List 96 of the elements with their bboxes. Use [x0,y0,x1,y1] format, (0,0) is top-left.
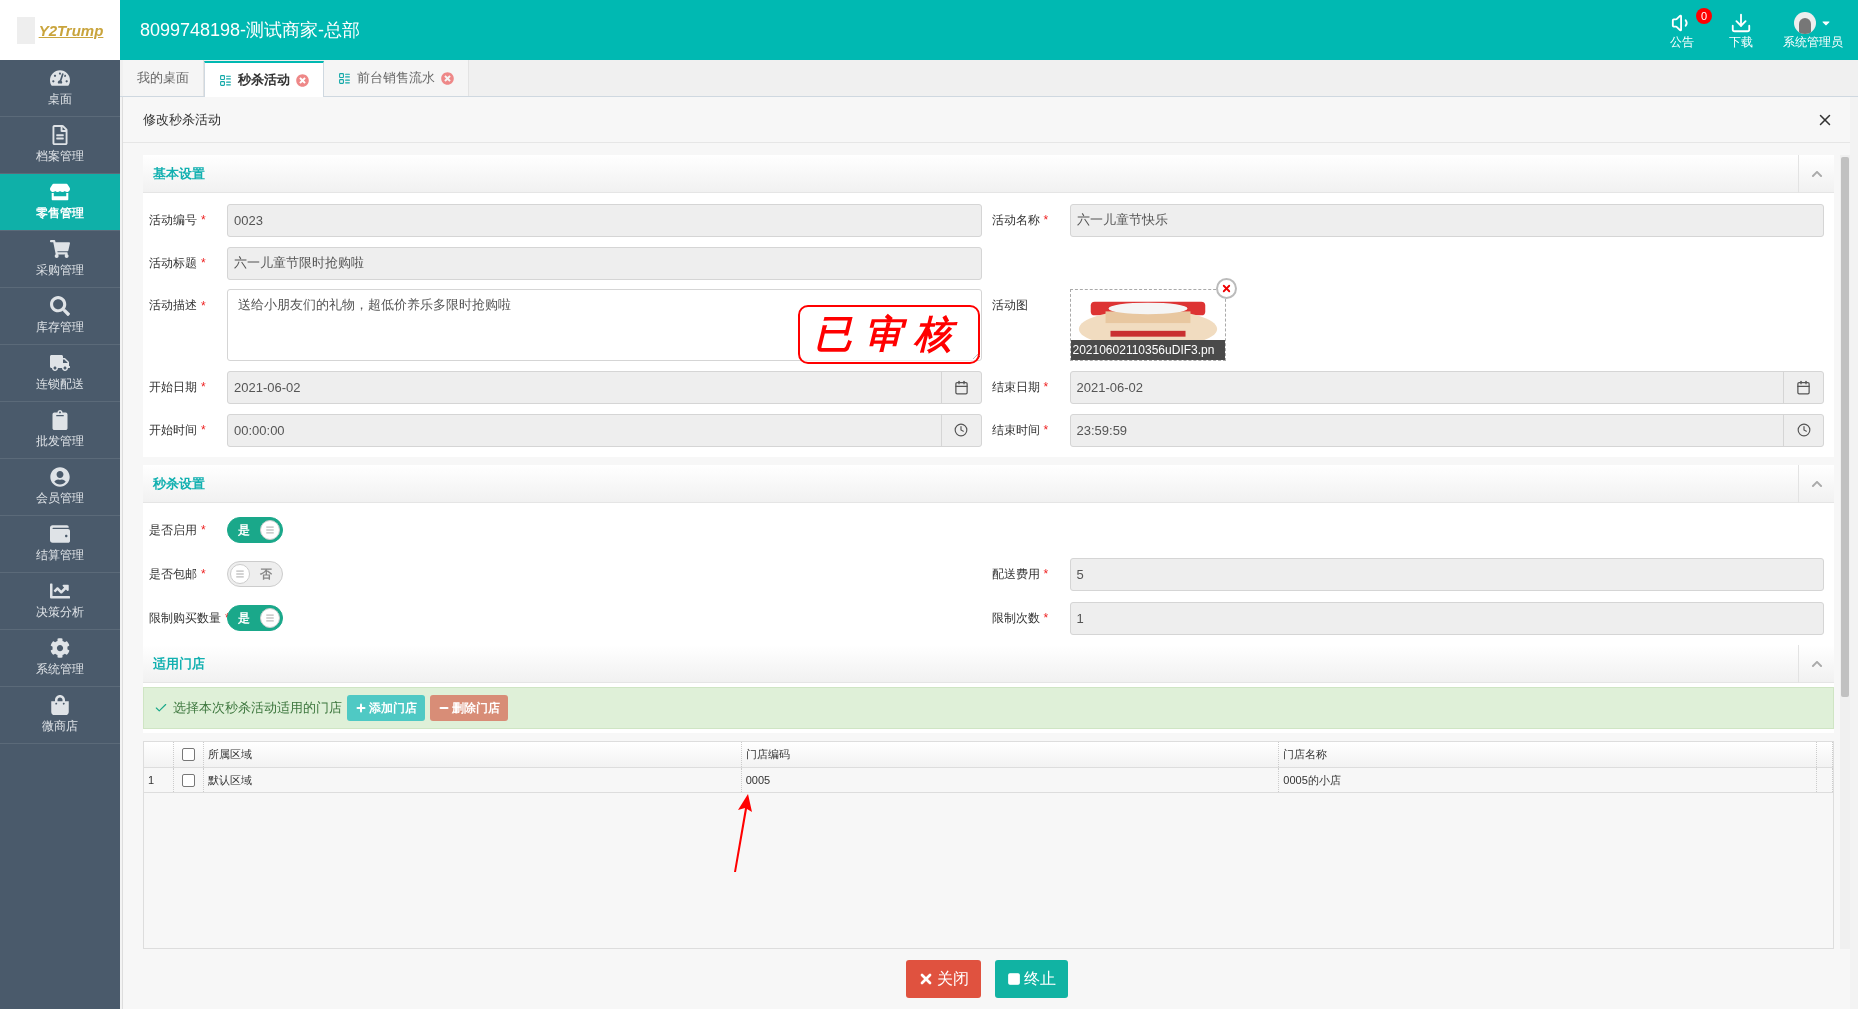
plus-icon [355,702,367,714]
sidebar-item[interactable]: 连锁配送 [0,345,120,402]
column-header: 门店编码 [741,742,1280,767]
input-field[interactable]: 0023 [227,203,982,237]
file-name: 20210602110356uDIF3.pn [1070,340,1225,360]
required-mark: * [201,380,206,394]
check-icon [154,701,168,715]
required-mark: * [1043,213,1049,227]
section-header: 秒杀设置 [143,465,1834,503]
user-icon [50,467,70,487]
dialog-title: 修改秒杀活动 [143,110,221,129]
field-label: 是否启用 [149,521,197,539]
lines-icon [265,525,275,535]
table-cell: 0005 [741,768,1280,792]
tab[interactable]: 我的桌面 [123,60,204,96]
sidebar-item[interactable]: 批发管理 [0,402,120,459]
field-label: 开始日期 [149,378,197,396]
field-label: 活动名称 [991,211,1040,229]
document-icon [50,125,70,145]
field-label: 活动标题 [149,254,197,272]
sidebar-item[interactable]: 结算管理 [0,516,120,573]
logo: Y2Trump [0,0,120,60]
notification-badge: 0 [1696,7,1712,24]
input-field[interactable]: 5 [1069,557,1824,591]
scrollbar[interactable] [1840,155,1850,949]
field-label: 活动编号 [149,211,197,229]
required-mark: * [1043,611,1049,625]
required-mark: * [1043,423,1049,437]
sidebar-item[interactable]: 采购管理 [0,231,120,288]
sidebar-item[interactable]: 库存管理 [0,288,120,345]
settings-icon [50,638,70,658]
input-field[interactable]: 六一儿童节快乐 [1069,203,1824,237]
remove-button[interactable] [1215,278,1237,299]
field-label: 活动图 [991,297,1028,314]
clock-icon[interactable] [954,423,968,437]
field-label: 限制次数 [991,609,1040,627]
sidebar-item[interactable]: 桌面 [0,60,120,117]
toggle-switch[interactable]: 是 [227,517,283,543]
close-button[interactable]: 关闭 [905,960,981,998]
column-header: 所属区域 [204,742,742,767]
store-icon [50,182,70,202]
square-icon [1006,972,1021,986]
field-label: 配送费用 [991,565,1040,583]
table-cell: 0005的小店 [1279,768,1817,792]
required-mark: * [1043,567,1049,581]
field-label: 活动描述 [149,297,197,314]
list-icon [338,71,351,85]
sidebar-item[interactable]: 会员管理 [0,459,120,516]
section-header: 基本设置 [143,155,1834,193]
hint-text: 选择本次秒杀活动适用的门店 [173,699,342,717]
list-icon [219,73,232,87]
clock-icon[interactable] [1796,423,1811,437]
avatar-icon [1794,11,1816,34]
column-header: 门店名称 [1279,742,1817,767]
lines-icon [265,613,275,623]
required-mark: * [201,567,206,581]
field-label: 限制购买数量 [149,609,221,627]
sidebar-item[interactable]: 决策分析 [0,573,120,630]
field-label: 结束日期 [991,378,1040,396]
search-icon [50,296,70,316]
tab[interactable]: 秒杀活动 [204,61,324,97]
field-label: 结束时间 [991,421,1040,439]
checkbox[interactable] [182,773,195,787]
tab[interactable]: 前台销售流水 [324,60,469,96]
calendar-icon[interactable] [953,379,969,395]
row-number: 1 [144,768,174,792]
cart-icon [50,239,70,259]
close-icon [1220,283,1232,294]
truck-icon [50,353,70,373]
required-mark: * [201,298,206,313]
lines-icon [235,569,245,579]
input-field[interactable]: 1 [1069,601,1824,635]
calendar-icon[interactable] [1796,379,1811,395]
gauge-icon [50,68,70,88]
chart-icon [50,581,70,601]
table-cell: 默认区域 [204,768,742,792]
notice-button[interactable]: 公告 0 [1655,7,1714,53]
required-mark: * [1043,380,1049,394]
download-icon [1730,11,1752,34]
required-mark: * [201,213,206,227]
wallet-icon [50,524,70,544]
field-label: 开始时间 [149,421,197,439]
approval-stamp: 已审核 [798,305,980,364]
bag-icon [50,695,70,715]
required-mark: * [201,523,206,537]
input-field[interactable]: 六一儿童节限时抢购啦 [227,246,982,280]
required-mark: * [201,256,206,270]
checkbox[interactable] [182,748,195,761]
toggle-switch[interactable]: 否 [227,561,283,587]
clipboard-icon [50,410,70,430]
required-mark: * [201,423,206,437]
field-label: 是否包邮 [149,565,197,583]
page-title: 8099748198-测试商家-总部 [140,19,362,42]
sidebar-item[interactable]: 系统管理 [0,630,120,687]
sidebar-item[interactable]: 微商店 [0,687,120,744]
section-header: 适用门店 [143,645,1834,683]
